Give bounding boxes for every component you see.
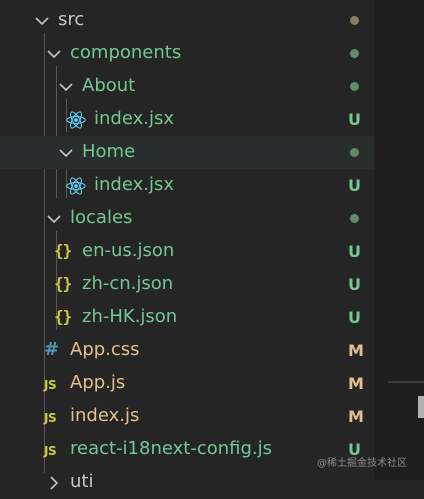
file-label: en-us.json	[82, 240, 175, 261]
file-row-zh-hk-json[interactable]: {} zh-HK.json U	[0, 301, 374, 334]
chevron-down-icon	[58, 145, 74, 161]
file-label: zh-HK.json	[82, 306, 178, 327]
untracked-dot-icon	[350, 49, 359, 58]
folder-row-home[interactable]: Home	[0, 136, 374, 169]
untracked-dot-icon	[350, 148, 359, 157]
watermark: @稀土掘金技术社区	[317, 458, 407, 469]
file-label: index.jsx	[94, 174, 174, 195]
javascript-icon: JS	[44, 411, 57, 425]
file-row-home-index-jsx[interactable]: index.jsx U	[0, 169, 374, 202]
file-explorer-tree: src components About index.jsx U Home in…	[0, 0, 374, 492]
chevron-down-icon	[46, 46, 62, 62]
folder-label: locales	[70, 207, 133, 228]
modified-dot-icon	[350, 16, 359, 25]
file-row-app-js[interactable]: JS App.js M	[0, 367, 374, 400]
chevron-down-icon	[58, 79, 74, 95]
chevron-down-icon	[46, 211, 62, 227]
git-status-badge: U	[348, 176, 361, 195]
git-status-badge: M	[348, 341, 364, 360]
git-status-badge: M	[348, 407, 364, 426]
file-label: index.js	[70, 405, 140, 426]
folder-row-components[interactable]: components	[0, 37, 374, 70]
folder-label: uti	[70, 471, 94, 492]
file-label: react-i18next-config.js	[70, 438, 273, 459]
editor-text-fragment	[418, 396, 424, 418]
folder-row-partial[interactable]: uti	[0, 466, 374, 499]
git-status-badge: U	[348, 308, 361, 327]
file-row-zh-cn-json[interactable]: {} zh-cn.json U	[0, 268, 374, 301]
file-label: zh-cn.json	[82, 273, 174, 294]
chevron-right-icon	[46, 475, 62, 491]
git-status-badge: U	[348, 110, 361, 129]
json-braces-icon: {}	[54, 274, 72, 293]
json-braces-icon: {}	[54, 241, 72, 260]
react-icon	[66, 110, 86, 130]
folder-label: About	[82, 75, 136, 96]
folder-row-locales[interactable]: locales	[0, 202, 374, 235]
git-status-badge: U	[348, 275, 361, 294]
file-row-en-us-json[interactable]: {} en-us.json U	[0, 235, 374, 268]
folder-row-src[interactable]: src	[0, 4, 374, 37]
javascript-icon: JS	[44, 378, 57, 392]
untracked-dot-icon	[350, 214, 359, 223]
untracked-dot-icon	[350, 82, 359, 91]
folder-label: components	[70, 42, 182, 63]
folder-label: src	[58, 9, 85, 30]
file-label: App.css	[70, 339, 140, 360]
panel-divider	[388, 381, 424, 383]
css-hash-icon: #	[44, 339, 60, 360]
folder-label: Home	[82, 141, 136, 162]
file-label: index.jsx	[94, 108, 174, 129]
git-status-badge: U	[348, 242, 361, 261]
chevron-down-icon	[34, 13, 50, 29]
javascript-icon: JS	[44, 444, 57, 458]
file-row-app-css[interactable]: # App.css M	[0, 334, 374, 367]
folder-row-about[interactable]: About	[0, 70, 374, 103]
editor-pane	[374, 0, 424, 480]
git-status-badge: M	[348, 374, 364, 393]
file-row-index-js[interactable]: JS index.js M	[0, 400, 374, 433]
file-label: App.js	[70, 372, 126, 393]
json-braces-icon: {}	[54, 307, 72, 326]
file-row-about-index-jsx[interactable]: index.jsx U	[0, 103, 374, 136]
react-icon	[66, 176, 86, 196]
